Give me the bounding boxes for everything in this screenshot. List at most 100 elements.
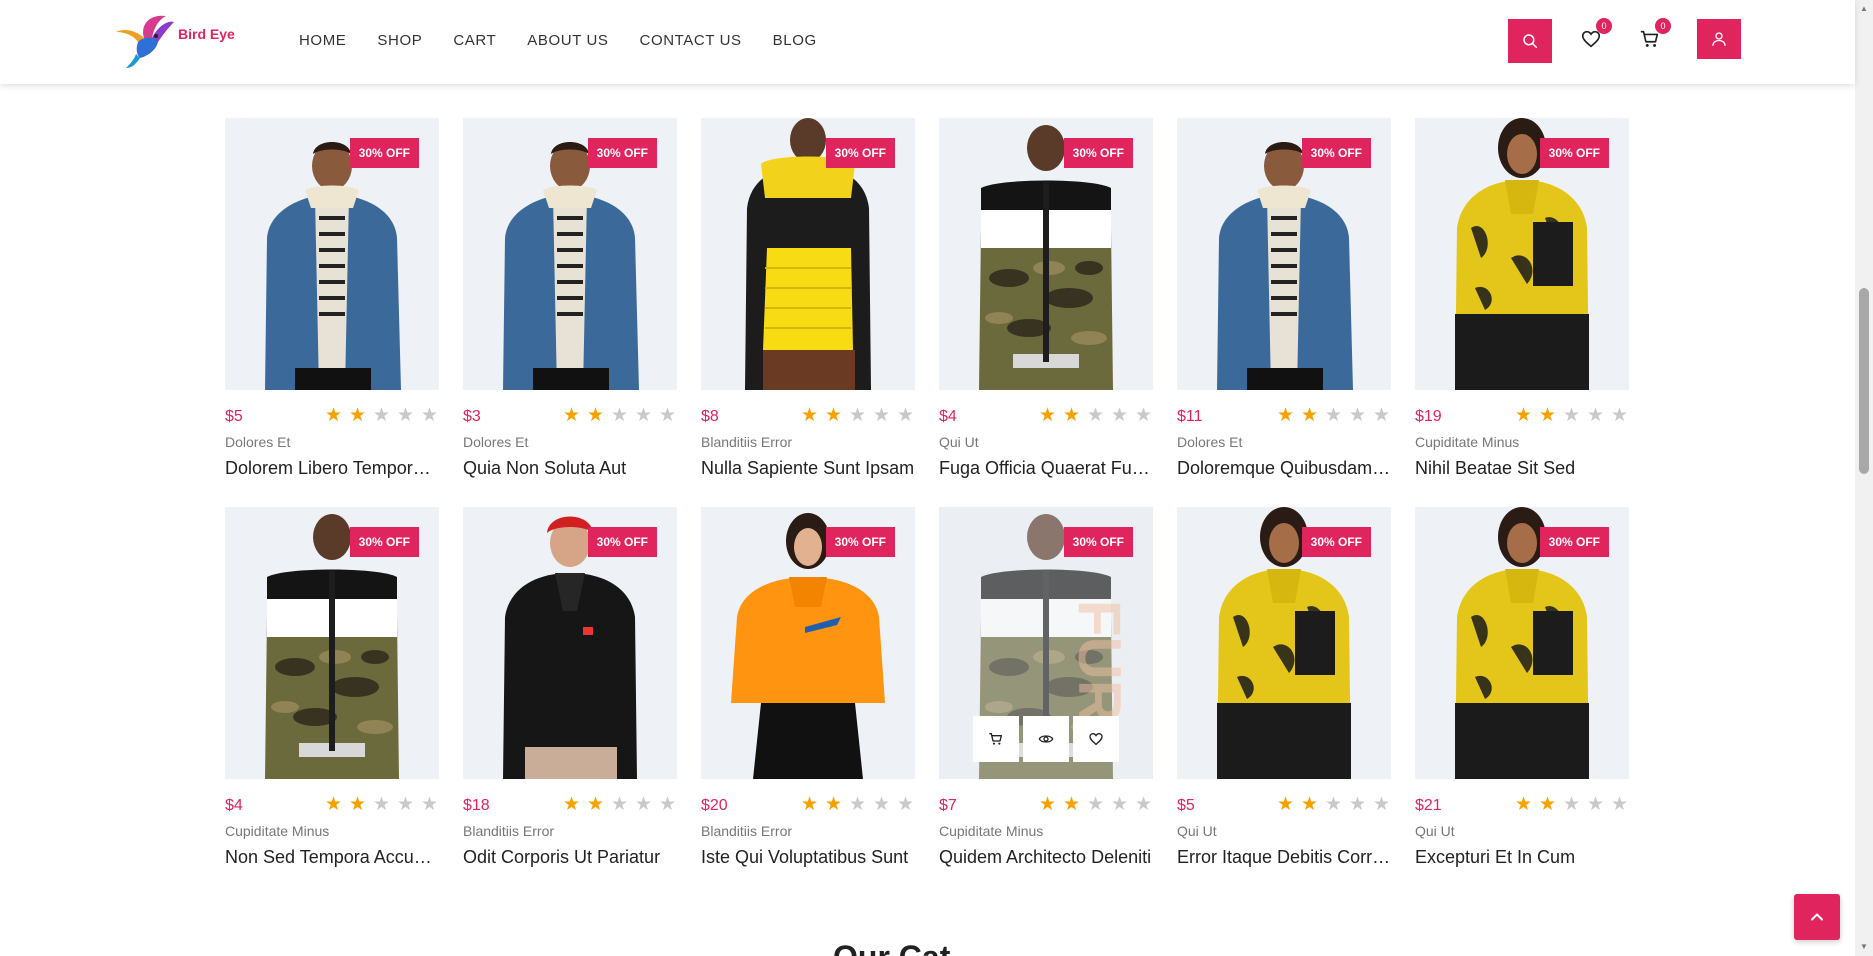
product-title[interactable]: Nulla Sapiente Sunt Ipsam [701,458,915,479]
scrollbar-thumb[interactable] [1859,288,1869,474]
star-icon: ★ [421,405,439,426]
product-image[interactable]: FUR 30% OFF [939,507,1153,779]
product-title[interactable]: Quia Non Soluta Aut [463,458,677,479]
product-category[interactable]: Qui Ut [1177,823,1217,839]
product-image[interactable]: 30% OFF [1415,118,1629,390]
product-actions [973,716,1123,762]
star-icon: ★ [1277,405,1295,426]
star-icon: ★ [587,405,605,426]
scroll-up-arrow-icon[interactable]: ▲ [1859,4,1869,13]
product-card[interactable]: 30% OFF $4 ★ ★ ★ ★ ★ Cupiditate Minus Non Se… [225,507,439,877]
product-card[interactable]: FUR 30% OFF $7 ★ ★ ★ ★ ★ Cupiditate Minus Qu… [939,507,1153,877]
product-title[interactable]: Quidem Architecto Deleniti [939,847,1153,868]
nav-contact-us[interactable]: CONTACT US [640,32,742,49]
product-image[interactable]: 30% OFF [701,507,915,779]
page-scrollbar[interactable] [1855,0,1873,956]
product-image[interactable]: 30% OFF [225,507,439,779]
wishlist-button[interactable]: 0 [1580,18,1612,52]
product-card[interactable]: 30% OFF $20 ★ ★ ★ ★ ★ Blanditiis Error Iste … [701,507,915,877]
product-card[interactable]: 30% OFF $11 ★ ★ ★ ★ ★ Dolores Et Doloremque … [1177,118,1391,488]
star-icon: ★ [1135,405,1153,426]
back-to-top-button[interactable] [1794,894,1840,940]
nav-about-us[interactable]: ABOUT US [527,32,608,49]
product-image[interactable]: 30% OFF [1177,118,1391,390]
product-price: $19 [1415,408,1442,425]
product-card[interactable]: 30% OFF $21 ★ ★ ★ ★ ★ Qui Ut Excepturi Et In… [1415,507,1629,877]
product-title[interactable]: Doloremque Quibusdam Esse [1177,458,1391,479]
star-icon: ★ [1087,794,1105,815]
product-category[interactable]: Qui Ut [939,434,979,450]
nav-home[interactable]: HOME [299,32,346,49]
product-title[interactable]: Error Itaque Debitis Corrupti [1177,847,1391,868]
product-category[interactable]: Dolores Et [463,434,528,450]
product-price: $11 [1177,408,1203,425]
product-rating: ★ ★ ★ ★ ★ [1039,794,1159,815]
star-icon: ★ [611,405,629,426]
product-image[interactable]: 30% OFF [463,507,677,779]
product-card[interactable]: 30% OFF $19 ★ ★ ★ ★ ★ Cupiditate Minus Nihil… [1415,118,1629,488]
product-price: $5 [225,408,243,425]
product-card[interactable]: 30% OFF $3 ★ ★ ★ ★ ★ Dolores Et Quia Non Sol… [463,118,677,488]
product-image[interactable]: 30% OFF [1415,507,1629,779]
product-category[interactable]: Cupiditate Minus [1415,434,1519,450]
product-title[interactable]: Odit Corporis Ut Pariatur [463,847,677,868]
star-icon: ★ [1349,405,1367,426]
discount-badge: 30% OFF [587,527,657,557]
add-to-wishlist-button[interactable] [1073,716,1119,762]
star-icon: ★ [659,794,677,815]
star-icon: ★ [611,794,629,815]
add-to-cart-button[interactable] [973,716,1019,762]
product-category[interactable]: Cupiditate Minus [225,823,329,839]
product-category[interactable]: Dolores Et [225,434,290,450]
product-card[interactable]: 30% OFF $18 ★ ★ ★ ★ ★ Blanditiis Error Odit … [463,507,677,877]
product-rating: ★ ★ ★ ★ ★ [1277,405,1397,426]
product-rating: ★ ★ ★ ★ ★ [325,795,445,814]
product-image[interactable]: 30% OFF [701,118,915,390]
star-icon: ★ [1611,794,1629,815]
product-category[interactable]: Dolores Et [1177,434,1242,450]
product-category[interactable]: Blanditiis Error [701,434,792,450]
product-card[interactable]: 30% OFF $8 ★ ★ ★ ★ ★ Blanditiis Error Nulla … [701,118,915,488]
star-icon: ★ [1611,405,1629,426]
product-card[interactable]: 30% OFF $5 ★ ★ ★ ★ ★ Dolores Et Dolorem Libe… [225,118,439,488]
product-category[interactable]: Blanditiis Error [463,823,554,839]
product-title[interactable]: Fuga Officia Quaerat Fugiat [939,458,1153,479]
star-icon: ★ [1063,405,1081,426]
star-icon: ★ [849,405,867,426]
product-rating: ★ ★ ★ ★ ★ [801,795,921,814]
product-category[interactable]: Blanditiis Error [701,823,792,839]
product-title[interactable]: Excepturi Et In Cum [1415,847,1629,868]
brand-logo[interactable]: Bird Eye [114,10,235,70]
cart-icon [989,733,1002,745]
product-category[interactable]: Cupiditate Minus [939,823,1043,839]
product-title[interactable]: Non Sed Tempora Accusamus [225,847,439,868]
account-button[interactable] [1697,19,1741,59]
eye-icon [1038,735,1054,743]
product-card[interactable]: 30% OFF $4 ★ ★ ★ ★ ★ Qui Ut Fuga Officia Qua… [939,118,1153,488]
product-image[interactable]: 30% OFF [1177,507,1391,779]
search-button[interactable] [1508,19,1552,63]
star-icon: ★ [1539,794,1557,815]
product-title[interactable]: Nihil Beatae Sit Sed [1415,458,1629,479]
product-image[interactable]: 30% OFF [463,118,677,390]
star-icon: ★ [1087,405,1105,426]
product-title[interactable]: Iste Qui Voluptatibus Sunt [701,847,915,868]
product-title[interactable]: Dolorem Libero Tempore Elit [225,458,439,479]
product-rating: ★ ★ ★ ★ ★ [1515,794,1635,815]
star-icon: ★ [873,405,891,426]
nav-cart[interactable]: CART [453,32,496,49]
product-image[interactable]: 30% OFF [939,118,1153,390]
product-category[interactable]: Qui Ut [1415,823,1455,839]
product-image[interactable]: 30% OFF [225,118,439,390]
product-card[interactable]: 30% OFF $5 ★ ★ ★ ★ ★ Qui Ut Error Itaque Deb… [1177,507,1391,877]
quick-view-button[interactable] [1023,716,1069,762]
star-icon: ★ [1277,794,1295,815]
cart-button[interactable]: 0 [1639,18,1671,52]
product-price: $4 [939,408,957,425]
nav-shop[interactable]: SHOP [377,32,422,49]
discount-badge: 30% OFF [1539,527,1609,557]
nav-blog[interactable]: BLOG [773,32,817,49]
star-icon: ★ [373,405,391,426]
star-icon: ★ [635,405,653,426]
scroll-down-arrow-icon[interactable]: ▼ [1859,942,1869,951]
